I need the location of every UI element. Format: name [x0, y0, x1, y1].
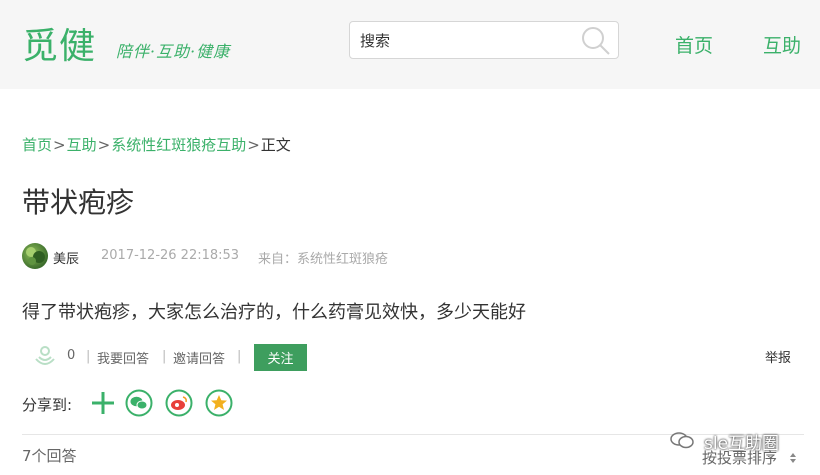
- nav-mutual-help[interactable]: 互助: [763, 31, 801, 58]
- qzone-icon[interactable]: [205, 389, 233, 417]
- site-logo[interactable]: 觅健: [22, 17, 96, 69]
- divider: |: [86, 349, 91, 364]
- search-input[interactable]: [358, 28, 572, 54]
- page-title: 带状疱疹: [22, 186, 135, 219]
- author-name[interactable]: 美辰: [53, 248, 79, 267]
- breadcrumb-home[interactable]: 首页: [22, 136, 52, 154]
- answer-button[interactable]: 我要回答: [97, 348, 149, 367]
- site-header: 觅健 陪伴·互助·健康 首页 互助: [0, 0, 820, 89]
- share-label: 分享到:: [22, 396, 73, 414]
- post-source: 来自：系统性红斑狼疮: [258, 252, 389, 267]
- avatar[interactable]: [22, 243, 48, 269]
- search-box[interactable]: [349, 21, 619, 59]
- breadcrumb-separator: >: [53, 136, 66, 154]
- like-icon[interactable]: [32, 343, 58, 369]
- like-count: 0: [67, 348, 76, 363]
- post-date: 2017-12-26 22:18:53: [101, 248, 240, 263]
- divider: |: [237, 349, 242, 364]
- breadcrumb-sle-group[interactable]: 系统性红斑狼疮互助: [111, 136, 246, 154]
- sort-arrows-icon[interactable]: [789, 452, 797, 464]
- answer-count: 7个回答: [22, 447, 77, 465]
- breadcrumb-separator: >: [97, 136, 111, 154]
- breadcrumb: 首页>互助>系统性红斑狼疮互助>正文: [22, 134, 291, 155]
- avatar-image: [26, 247, 45, 265]
- breadcrumb-separator: >: [247, 136, 260, 154]
- breadcrumb-current: 正文: [260, 136, 291, 154]
- plus-icon[interactable]: [89, 389, 117, 417]
- weibo-icon[interactable]: [165, 389, 193, 417]
- site-slogan: 陪伴·互助·健康: [116, 42, 231, 61]
- report-link[interactable]: 举报: [765, 347, 791, 366]
- nav-home[interactable]: 首页: [675, 31, 713, 58]
- breadcrumb-mutual-help[interactable]: 互助: [67, 136, 97, 154]
- search-icon[interactable]: [580, 25, 612, 57]
- divider: |: [162, 349, 167, 364]
- sort-selector[interactable]: 按投票排序: [702, 447, 777, 468]
- follow-button[interactable]: 关注: [254, 344, 307, 371]
- wechat-icon[interactable]: [125, 389, 153, 417]
- wechat-official-icon: [670, 432, 694, 449]
- question-body: 得了带状疱疹，大家怎么治疗的，什么药膏见效快，多少天能好: [22, 302, 526, 323]
- invite-answer-button[interactable]: 邀请回答: [173, 348, 225, 367]
